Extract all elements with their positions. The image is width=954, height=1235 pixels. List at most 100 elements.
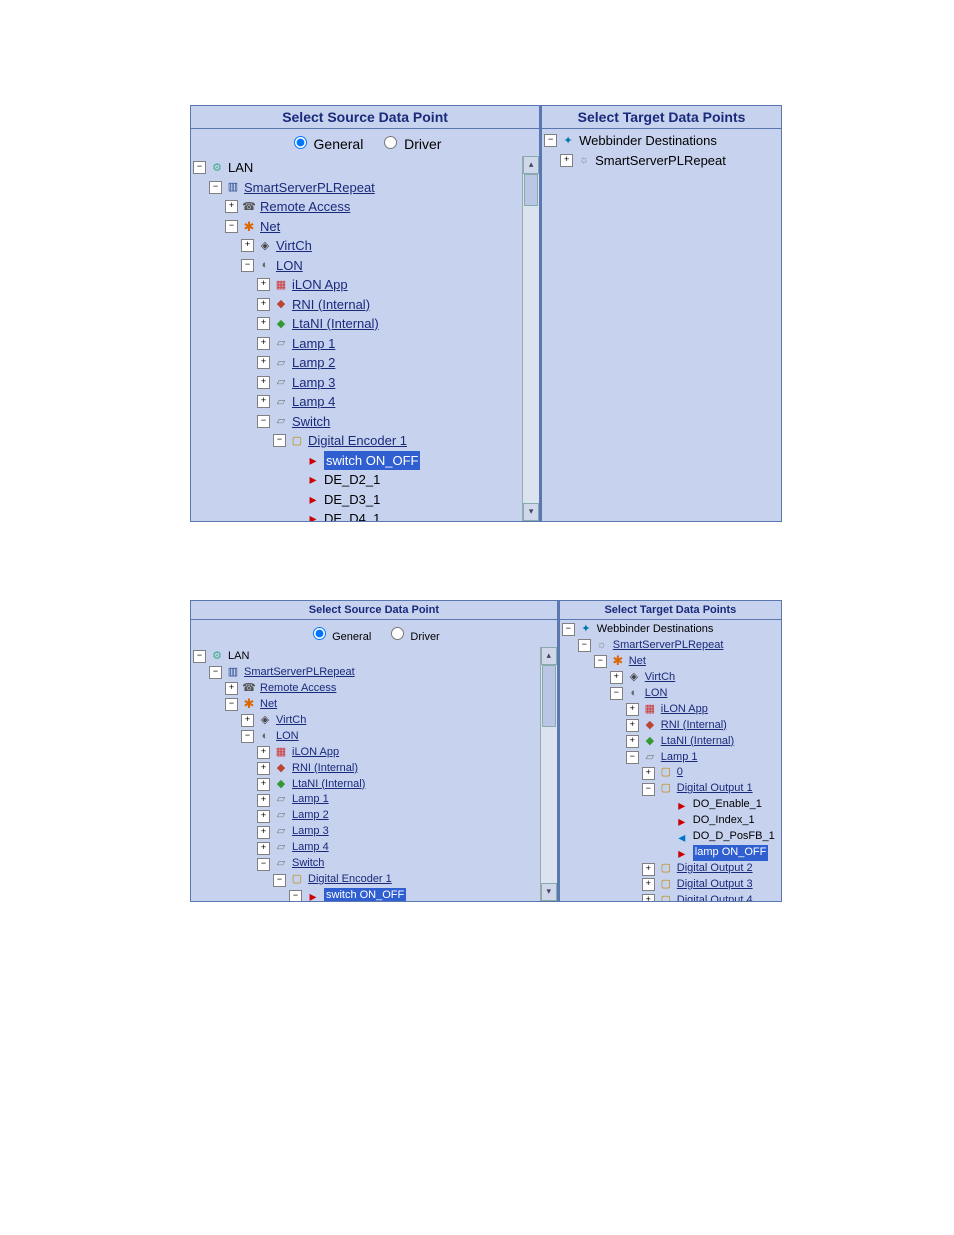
expand-icon[interactable]: + (241, 714, 254, 727)
node-remote[interactable]: +Remote Access (225, 681, 555, 697)
node-ilon[interactable]: +iLON App (257, 745, 555, 761)
node-rni[interactable]: +RNI (Internal) (257, 295, 537, 315)
expand-icon[interactable]: − (257, 858, 270, 871)
node-switch[interactable]: −Switch (257, 856, 555, 872)
node-server[interactable]: −SmartServerPLRepeat (209, 665, 555, 681)
node-remote[interactable]: +Remote Access (225, 197, 537, 217)
node-do2[interactable]: +Digital Output 2 (642, 861, 779, 877)
expand-icon[interactable]: − (610, 687, 623, 700)
scroll-thumb[interactable] (524, 174, 538, 206)
node-ilon[interactable]: +iLON App (626, 702, 779, 718)
scroll-down-button[interactable]: ▾ (541, 883, 557, 901)
expand-icon[interactable]: + (257, 356, 270, 369)
radio-driver[interactable]: Driver (379, 136, 441, 152)
node-lan[interactable]: −LAN (193, 158, 537, 178)
node-dopos[interactable]: DO_D_PosFB_1 (658, 829, 779, 845)
expand-icon[interactable]: + (642, 863, 655, 876)
expand-icon[interactable]: + (257, 810, 270, 823)
scroll-thumb[interactable] (542, 665, 556, 727)
expand-icon[interactable]: + (642, 894, 655, 901)
node-lampon[interactable]: lamp ON_OFF (658, 845, 779, 861)
node-lta[interactable]: +LtaNI (Internal) (257, 314, 537, 334)
expand-icon[interactable]: − (193, 650, 206, 663)
scroll-down-button[interactable]: ▾ (523, 503, 539, 521)
expand-icon[interactable]: + (642, 767, 655, 780)
node-lamp3[interactable]: +Lamp 3 (257, 824, 555, 840)
expand-icon[interactable]: − (273, 874, 286, 887)
node-server[interactable]: −SmartServerPLRepeat (209, 178, 537, 198)
node-lamp3[interactable]: +Lamp 3 (257, 373, 537, 393)
expand-icon[interactable]: − (241, 259, 254, 272)
node-net[interactable]: −Net (225, 697, 555, 713)
node-switch[interactable]: −Switch (257, 412, 537, 432)
expand-icon[interactable]: + (610, 671, 623, 684)
expand-icon[interactable]: + (257, 826, 270, 839)
node-virtch[interactable]: +VirtCh (610, 670, 779, 686)
expand-icon[interactable]: − (193, 161, 206, 174)
node-server[interactable]: −SmartServerPLRepeat (578, 638, 779, 654)
node-virtch[interactable]: +VirtCh (241, 236, 537, 256)
node-lta[interactable]: +LtaNI (Internal) (257, 777, 555, 793)
node-lamp2[interactable]: +Lamp 2 (257, 353, 537, 373)
node-rni[interactable]: +RNI (Internal) (626, 718, 779, 734)
expand-icon[interactable]: + (626, 735, 639, 748)
node-d2[interactable]: DE_D2_1 (289, 470, 537, 490)
expand-icon[interactable]: + (225, 200, 238, 213)
node-webbinder[interactable]: −Webbinder Destinations (562, 622, 779, 638)
node-lamp1[interactable]: +Lamp 1 (257, 334, 537, 354)
node-lamp1[interactable]: +Lamp 1 (257, 792, 555, 808)
node-lon[interactable]: −LON (241, 256, 537, 276)
expand-icon[interactable]: − (209, 666, 222, 679)
expand-icon[interactable]: − (273, 434, 286, 447)
expand-icon[interactable]: + (257, 317, 270, 330)
expand-icon[interactable]: + (257, 794, 270, 807)
node-switch-onoff[interactable]: −switch ON_OFF (289, 888, 555, 901)
node-lan[interactable]: −LAN (193, 649, 555, 665)
node-lamp4[interactable]: +Lamp 4 (257, 392, 537, 412)
radio-driver-input[interactable] (391, 627, 404, 640)
node-do3[interactable]: +Digital Output 3 (642, 877, 779, 893)
expand-icon[interactable]: + (642, 878, 655, 891)
expand-icon[interactable]: + (257, 278, 270, 291)
node-switch-onoff[interactable]: switch ON_OFF (289, 451, 537, 471)
node-lamp1[interactable]: −Lamp 1 (626, 750, 779, 766)
expand-icon[interactable]: + (241, 239, 254, 252)
node-lta[interactable]: +LtaNI (Internal) (626, 734, 779, 750)
scroll-up-button[interactable]: ▴ (541, 647, 557, 665)
node-net[interactable]: −Net (225, 217, 537, 237)
node-doidx[interactable]: DO_Index_1 (658, 813, 779, 829)
node-do4[interactable]: +Digital Output 4 (642, 893, 779, 901)
node-net[interactable]: −Net (594, 654, 779, 670)
expand-icon[interactable]: − (209, 181, 222, 194)
expand-icon[interactable]: − (642, 783, 655, 796)
expand-icon[interactable]: − (225, 220, 238, 233)
expand-icon[interactable]: + (225, 682, 238, 695)
node-lon[interactable]: −LON (241, 729, 555, 745)
radio-driver[interactable]: Driver (386, 631, 439, 643)
node-zero[interactable]: +0 (642, 765, 779, 781)
expand-icon[interactable]: − (594, 655, 607, 668)
expand-icon[interactable]: − (544, 134, 557, 147)
expand-icon[interactable]: − (257, 415, 270, 428)
expand-icon[interactable]: − (578, 639, 591, 652)
expand-icon[interactable]: + (257, 778, 270, 791)
expand-icon[interactable]: − (289, 890, 302, 901)
node-server[interactable]: +SmartServerPLRepeat (560, 151, 779, 171)
expand-icon[interactable]: + (257, 298, 270, 311)
node-rni[interactable]: +RNI (Internal) (257, 761, 555, 777)
node-doen[interactable]: DO_Enable_1 (658, 797, 779, 813)
scrollbar[interactable]: ▴ ▾ (540, 647, 557, 901)
node-virtch[interactable]: +VirtCh (241, 713, 555, 729)
node-lamp4[interactable]: +Lamp 4 (257, 840, 555, 856)
node-lon[interactable]: −LON (610, 686, 779, 702)
node-do1[interactable]: −Digital Output 1 (642, 781, 779, 797)
scroll-up-button[interactable]: ▴ (523, 156, 539, 174)
radio-driver-input[interactable] (384, 136, 397, 149)
node-ilon[interactable]: +iLON App (257, 275, 537, 295)
expand-icon[interactable]: + (626, 719, 639, 732)
node-webbinder[interactable]: −Webbinder Destinations (544, 131, 779, 151)
expand-icon[interactable]: + (560, 154, 573, 167)
node-de1[interactable]: −Digital Encoder 1 (273, 431, 537, 451)
scrollbar[interactable]: ▴ ▾ (522, 156, 539, 521)
expand-icon[interactable]: + (257, 337, 270, 350)
